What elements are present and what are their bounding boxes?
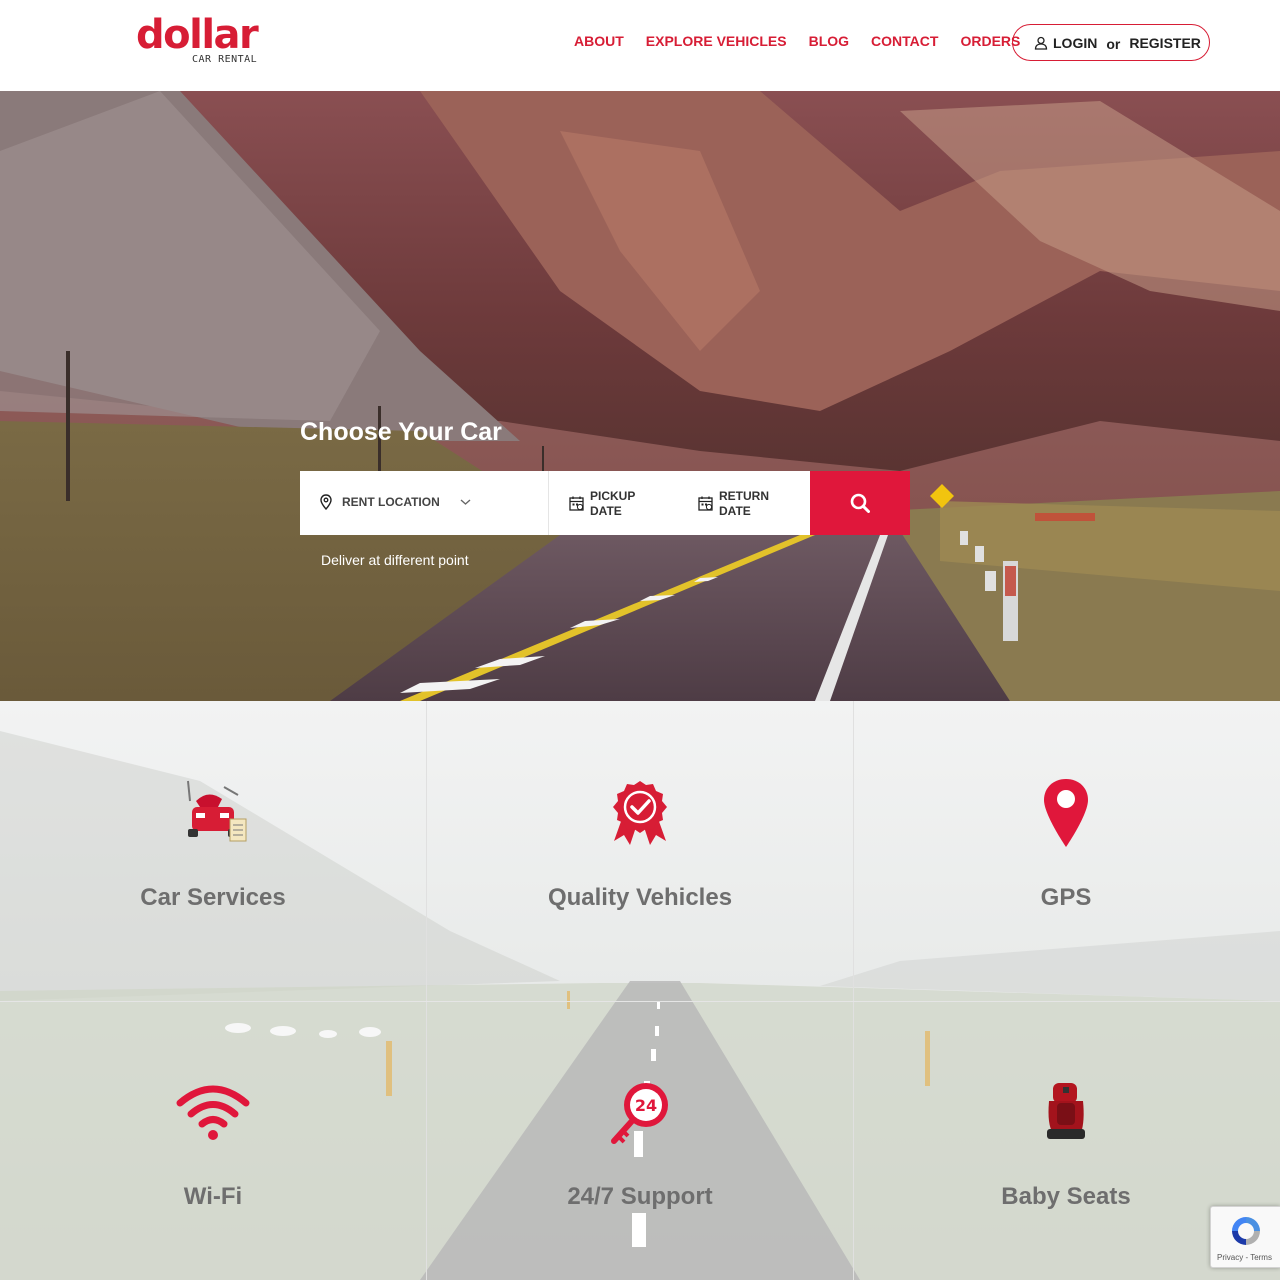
recaptcha-badge[interactable]: Privacy - Terms (1210, 1206, 1280, 1268)
quality-badge-icon (613, 781, 667, 845)
search-button[interactable] (810, 471, 910, 535)
feature-wifi: Wi-Fi (0, 1001, 426, 1280)
rent-location-select[interactable]: RENT LOCATION (300, 471, 549, 535)
search-icon (850, 493, 870, 513)
auth-or-text: or (1106, 35, 1121, 52)
recaptcha-logo-icon (1232, 1217, 1260, 1245)
car-search-form: RENT LOCATION PICKUP DATE RETURN DATE (300, 471, 910, 535)
main-nav: ABOUT EXPLORE VEHICLES BLOG CONTACT ORDE… (574, 33, 1042, 49)
site-header: dollar CAR RENTAL ABOUT EXPLORE VEHICLES… (0, 0, 1280, 91)
pickup-date-label: PICKUP DATE (590, 489, 660, 519)
return-label-line1: RETURN (719, 489, 769, 503)
features-section: Car Services Quality Vehicles GPS Wi-Fi … (0, 701, 1280, 1280)
svg-text:24: 24 (635, 1096, 657, 1115)
car-service-icon (187, 780, 247, 842)
pickup-label-line2: DATE (590, 504, 622, 518)
feature-label: Car Services (140, 884, 286, 911)
nav-about[interactable]: ABOUT (574, 33, 624, 49)
feature-gps: GPS (853, 701, 1279, 1001)
wifi-icon (176, 1085, 250, 1140)
map-pin-icon (1044, 779, 1088, 847)
login-link[interactable]: LOGIN (1053, 35, 1097, 51)
pickup-date-field[interactable]: PICKUP DATE (569, 471, 689, 535)
return-date-label: RETURN DATE (719, 489, 789, 519)
dollar-logo[interactable]: dollar CAR RENTAL (136, 12, 266, 68)
feature-label: GPS (1040, 884, 1092, 911)
logo-tagline: CAR RENTAL (192, 54, 258, 65)
recaptcha-terms-link[interactable]: Privacy - Terms (1217, 1253, 1272, 1262)
feature-label: Wi-Fi (183, 1183, 243, 1210)
nav-contact[interactable]: CONTACT (871, 33, 938, 49)
rent-location-placeholder: RENT LOCATION (342, 495, 440, 509)
return-label-line2: DATE (719, 504, 751, 518)
baby-seat-icon (1047, 1083, 1085, 1139)
register-link[interactable]: REGISTER (1129, 35, 1201, 51)
hero-title: Choose Your Car (300, 418, 502, 446)
hero-background-image (0, 91, 1280, 701)
calendar-icon (569, 496, 584, 511)
hero-section: Choose Your Car (0, 91, 1280, 701)
support-24-icon: 24 (611, 1083, 668, 1144)
location-pin-icon (320, 494, 332, 510)
feature-24-7-support: 24 24/7 Support (427, 1001, 853, 1280)
feature-label: 24/7 Support (567, 1183, 713, 1210)
chevron-down-icon (460, 499, 471, 505)
user-icon (1034, 36, 1048, 50)
logo-wordmark: dollar (136, 12, 259, 58)
deliver-different-point-toggle[interactable]: Deliver at different point (321, 552, 469, 568)
nav-explore-vehicles[interactable]: EXPLORE VEHICLES (646, 33, 787, 49)
nav-blog[interactable]: BLOG (809, 33, 849, 49)
feature-quality-vehicles: Quality Vehicles (427, 701, 853, 1001)
return-date-field[interactable]: RETURN DATE (698, 471, 808, 535)
pickup-label-line1: PICKUP (590, 489, 636, 503)
auth-pill: LOGIN or REGISTER (1012, 24, 1210, 61)
calendar-icon (698, 496, 713, 511)
feature-label: Quality Vehicles (547, 884, 733, 911)
feature-car-services: Car Services (0, 701, 426, 1001)
